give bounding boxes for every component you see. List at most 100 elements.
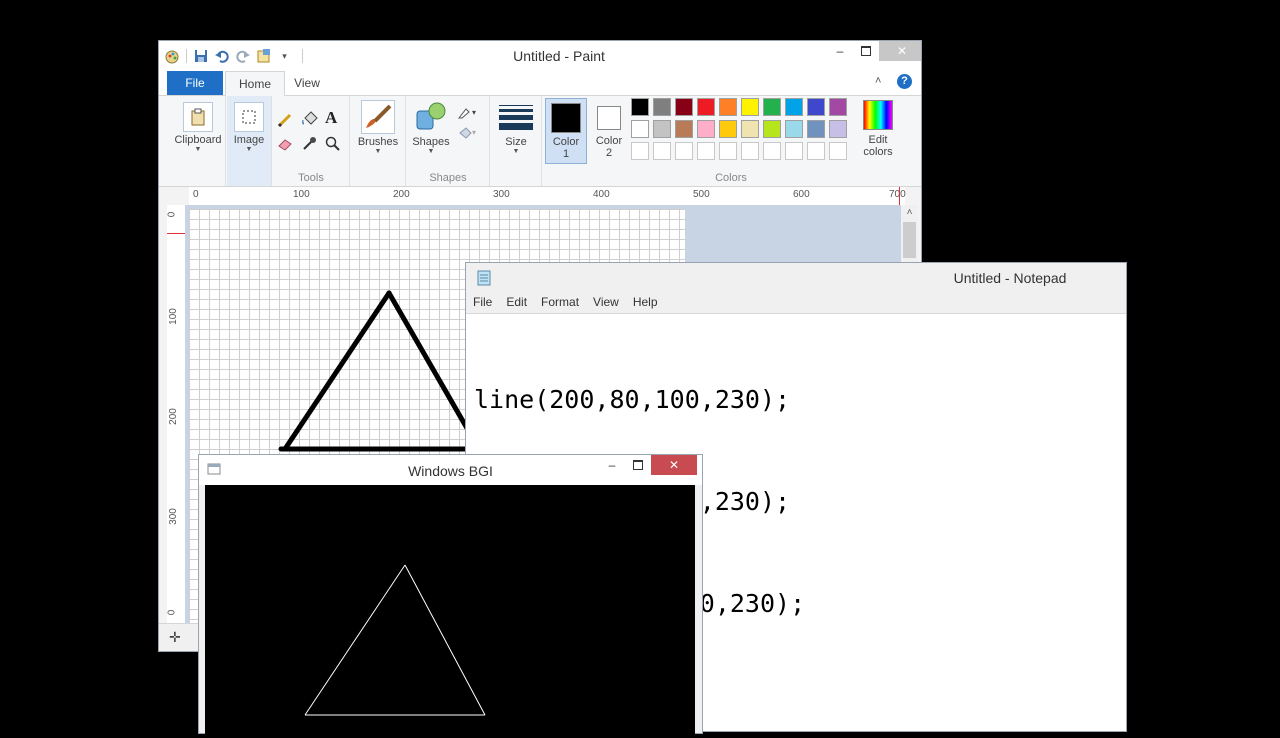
custom-color-slot[interactable] [807, 142, 825, 160]
text-icon[interactable]: A [325, 108, 337, 128]
brushes-button[interactable]: Brushes ▼ [353, 100, 403, 155]
ruler-label: 300 [493, 189, 510, 200]
vertical-ruler: 0 100 200 300 0 [166, 205, 186, 625]
menu-view[interactable]: View [586, 291, 626, 313]
custom-color-slot[interactable] [697, 142, 715, 160]
color-swatch[interactable] [631, 98, 649, 116]
close-icon: ✕ [896, 44, 908, 58]
color1-swatch [551, 103, 581, 133]
notepad-titlebar[interactable]: Untitled - Notepad [466, 263, 1126, 291]
window-controls: – ✕ [827, 41, 921, 61]
color-swatch[interactable] [829, 120, 847, 138]
window-title: Untitled - Paint [513, 48, 605, 64]
color-swatch[interactable] [697, 98, 715, 116]
image-label: Image [233, 134, 265, 146]
shapes-group: Shapes ▼ ▾ ▾ Shapes [407, 96, 490, 186]
color-swatch[interactable] [719, 120, 737, 138]
scroll-thumb[interactable] [903, 222, 916, 258]
color1-label: Color [552, 136, 580, 148]
close-button[interactable]: ✕ [879, 41, 921, 61]
tab-view[interactable]: View [285, 71, 329, 95]
image-button[interactable]: Image ▼ [229, 102, 269, 153]
help-icon[interactable]: ? [897, 74, 912, 89]
menu-file[interactable]: File [466, 291, 499, 313]
maximize-icon [633, 460, 643, 470]
edit-colors-icon [863, 100, 893, 130]
magnifier-icon[interactable] [325, 136, 341, 152]
color-swatch[interactable] [807, 120, 825, 138]
shapes-label: Shapes [412, 136, 450, 148]
maximize-button[interactable] [625, 455, 651, 475]
color-swatch[interactable] [741, 98, 759, 116]
menu-format[interactable]: Format [534, 291, 586, 313]
window-controls: – ✕ [599, 455, 697, 475]
size-label: Size [505, 136, 527, 148]
custom-color-slot[interactable] [653, 142, 671, 160]
shape-fill-icon[interactable]: ▾ [457, 126, 481, 140]
eraser-icon[interactable] [277, 136, 293, 152]
custom-color-slot[interactable] [741, 142, 759, 160]
custom-color-slot[interactable] [719, 142, 737, 160]
tab-home[interactable]: Home [225, 71, 285, 97]
menu-bar: File Edit Format View Help [466, 291, 1126, 314]
fill-icon[interactable] [301, 110, 319, 128]
custom-color-slot[interactable] [785, 142, 803, 160]
color-swatch[interactable] [675, 98, 693, 116]
maximize-button[interactable] [853, 41, 879, 61]
color-swatch[interactable] [631, 120, 649, 138]
color-swatch[interactable] [829, 98, 847, 116]
custom-color-slot[interactable] [763, 142, 781, 160]
color-swatch[interactable] [741, 120, 759, 138]
color-swatch[interactable] [785, 120, 803, 138]
ruler-label: 100 [167, 308, 179, 325]
chevron-down-icon: ▼ [427, 148, 435, 155]
shapes-group-label: Shapes [429, 172, 467, 184]
clipboard-button[interactable]: Clipboard ▼ [173, 102, 223, 153]
tab-file[interactable]: File [167, 71, 223, 95]
color-swatch[interactable] [653, 98, 671, 116]
custom-color-slot[interactable] [675, 142, 693, 160]
color1-button[interactable]: Color 1 [545, 98, 587, 164]
color-swatch[interactable] [653, 120, 671, 138]
edit-colors-button[interactable]: Edit colors [855, 100, 901, 158]
minimize-button[interactable]: – [827, 41, 853, 61]
clipboard-label: Clipboard [174, 134, 222, 146]
size-button[interactable]: Size ▼ [495, 100, 537, 155]
bgi-titlebar[interactable]: Windows BGI – ✕ [199, 455, 702, 485]
color-swatch[interactable] [675, 120, 693, 138]
color2-number: 2 [605, 147, 613, 159]
minimize-ribbon-icon[interactable]: ˄ [875, 75, 881, 87]
color-swatch[interactable] [763, 120, 781, 138]
ruler-label: 200 [167, 408, 179, 425]
line-size-icon [499, 100, 533, 134]
color-swatch[interactable] [719, 98, 737, 116]
color2-swatch [597, 106, 621, 130]
edit-colors-label-1: Edit [868, 134, 888, 146]
minimize-button[interactable]: – [599, 455, 625, 475]
move-cursor-icon: ✛ [169, 629, 181, 645]
menu-edit[interactable]: Edit [499, 291, 534, 313]
outline-icon[interactable]: ▾ [457, 106, 481, 120]
color-swatch[interactable] [763, 98, 781, 116]
minimize-icon: – [608, 458, 616, 472]
window-title: Untitled - Notepad [953, 270, 1067, 286]
color-swatch[interactable] [697, 120, 715, 138]
bgi-triangle [304, 564, 486, 716]
size-group: Size ▼ [491, 96, 542, 186]
color2-button[interactable]: Color 2 [589, 98, 629, 159]
color-picker-icon[interactable] [301, 136, 317, 152]
pencil-icon[interactable] [277, 112, 293, 128]
scroll-up-icon[interactable]: ˄ [901, 205, 918, 218]
close-button[interactable]: ✕ [651, 455, 697, 475]
color-swatch[interactable] [807, 98, 825, 116]
minimize-icon: – [836, 44, 844, 58]
shapes-button[interactable]: Shapes ▼ [409, 100, 453, 155]
menu-help[interactable]: Help [626, 291, 665, 313]
brush-icon [361, 100, 395, 134]
ruler-cursor-marker [167, 233, 185, 234]
ribbon-tabs: File Home View ˄ ? [159, 71, 921, 97]
paint-titlebar[interactable]: ▾ Untitled - Paint – ✕ [159, 41, 921, 71]
color-swatch[interactable] [785, 98, 803, 116]
custom-color-slot[interactable] [631, 142, 649, 160]
custom-color-slot[interactable] [829, 142, 847, 160]
